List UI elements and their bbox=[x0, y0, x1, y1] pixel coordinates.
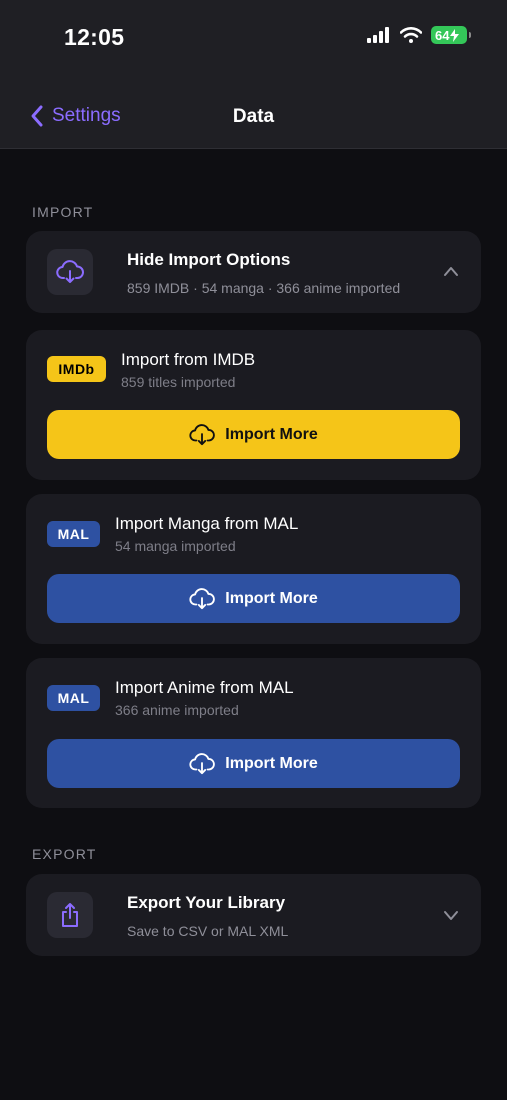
export-section-label: EXPORT bbox=[32, 846, 97, 862]
import-icon-tile bbox=[47, 249, 93, 295]
export-icon-tile bbox=[47, 892, 93, 938]
share-icon bbox=[62, 903, 78, 927]
mal-manga-import-card: MAL Import Manga from MAL 54 manga impor… bbox=[26, 494, 481, 644]
cellular-signal-icon bbox=[367, 27, 389, 43]
imdb-import-title: Import from IMDB bbox=[121, 350, 256, 369]
chevron-up-icon bbox=[444, 267, 458, 276]
export-library-toggle[interactable]: Export Your Library Save to CSV or MAL X… bbox=[26, 874, 481, 956]
charging-bolt-icon bbox=[450, 28, 460, 42]
imdb-import-card: IMDb Import from IMDB 859 titles importe… bbox=[26, 330, 481, 480]
cloud-download-icon bbox=[189, 752, 216, 774]
battery-indicator: 64 bbox=[431, 26, 471, 44]
import-toggle-title: Hide Import Options bbox=[127, 250, 291, 269]
mal-manga-import-more-label: Import More bbox=[225, 589, 318, 607]
export-toggle-title: Export Your Library bbox=[127, 893, 286, 912]
mal-anime-import-title: Import Anime from MAL bbox=[115, 678, 294, 697]
mal-manga-import-more-button[interactable]: Import More bbox=[47, 574, 460, 623]
mal-anime-import-subtitle: 366 anime imported bbox=[115, 702, 239, 718]
status-time: 12:05 bbox=[64, 24, 125, 50]
imdb-import-subtitle: 859 titles imported bbox=[121, 374, 236, 390]
imdb-import-more-label: Import More bbox=[225, 425, 318, 443]
mal-anime-badge: MAL bbox=[47, 685, 100, 711]
mal-anime-import-more-label: Import More bbox=[225, 754, 318, 772]
import-toggle-subtitle: 859 IMDB · 54 manga · 366 anime imported bbox=[127, 280, 401, 296]
export-toggle-subtitle: Save to CSV or MAL XML bbox=[127, 923, 289, 939]
mal-manga-import-subtitle: 54 manga imported bbox=[115, 538, 236, 554]
import-section-label: IMPORT bbox=[32, 204, 94, 220]
battery-level: 64 bbox=[435, 27, 450, 43]
chevron-down-icon bbox=[444, 911, 458, 920]
cloud-download-icon bbox=[56, 260, 84, 283]
wifi-icon bbox=[400, 27, 422, 43]
page-title: Data bbox=[232, 106, 275, 127]
imdb-badge: IMDb bbox=[47, 356, 106, 382]
header: 12:05 64 Settings Data bbox=[0, 0, 507, 149]
imdb-import-more-button[interactable]: Import More bbox=[47, 410, 460, 459]
cloud-download-icon bbox=[189, 587, 216, 609]
status-icons: 64 bbox=[367, 26, 471, 44]
mal-anime-import-more-button[interactable]: Import More bbox=[47, 739, 460, 788]
import-options-toggle[interactable]: Hide Import Options 859 IMDB · 54 manga … bbox=[26, 231, 481, 313]
mal-manga-badge: MAL bbox=[47, 521, 100, 547]
mal-anime-import-card: MAL Import Anime from MAL 366 anime impo… bbox=[26, 658, 481, 808]
cloud-download-icon bbox=[189, 423, 216, 445]
mal-manga-import-title: Import Manga from MAL bbox=[115, 514, 299, 533]
